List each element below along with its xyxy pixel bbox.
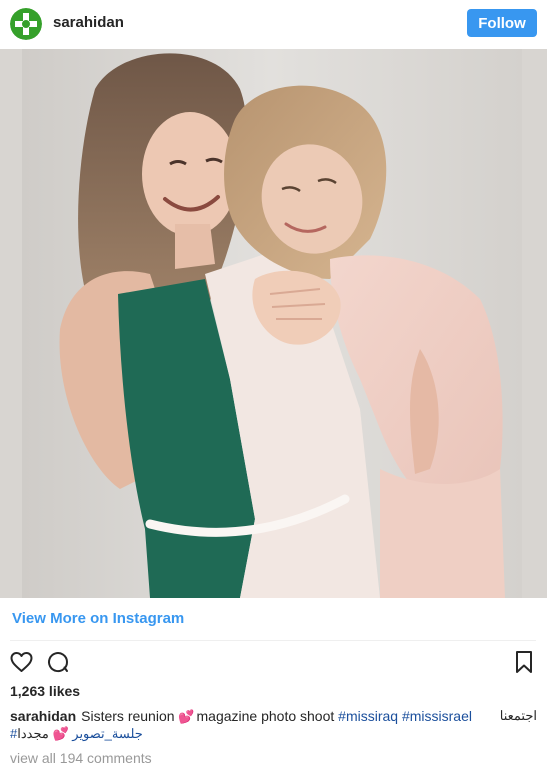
arabic-caption-1: اجتمعنا	[499, 708, 537, 723]
arabic-caption-2: مجددا	[17, 726, 49, 741]
caption-username[interactable]: sarahidan	[10, 708, 76, 724]
post-photo[interactable]	[0, 49, 547, 598]
heart-icon[interactable]	[9, 650, 34, 679]
hashtag-missisrael[interactable]: #missisrael	[402, 708, 472, 724]
caption-line-2: #جلسة_تصوير 💕 مجددا	[10, 726, 143, 742]
post-header: sarahidan Follow	[0, 0, 547, 47]
view-more-on-instagram-link[interactable]: View More on Instagram	[12, 610, 184, 627]
username[interactable]: sarahidan	[53, 14, 124, 31]
follow-button[interactable]: Follow	[467, 9, 537, 37]
hearts-emoji: 💕	[178, 709, 194, 724]
hearts-emoji-2: 💕	[52, 726, 70, 741]
photo-illustration	[0, 49, 547, 598]
caption-text-2: magazine photo shoot	[196, 708, 335, 724]
divider	[10, 640, 536, 641]
comment-icon[interactable]	[46, 650, 70, 679]
instagram-embed-card: sarahidan Follow View More on Instagram …	[0, 0, 547, 780]
view-all-comments-link[interactable]: view all 194 comments	[10, 750, 152, 766]
avatar-logo-icon	[10, 8, 42, 40]
caption-text: Sisters reunion	[81, 708, 175, 724]
likes-count[interactable]: 1,263 likes	[10, 683, 80, 699]
hashtag-missiraq[interactable]: #missiraq	[338, 708, 398, 724]
bookmark-icon[interactable]	[513, 650, 535, 679]
post-caption: sarahidan Sisters reunion 💕 magazine phot…	[10, 707, 537, 726]
avatar[interactable]	[10, 8, 42, 40]
